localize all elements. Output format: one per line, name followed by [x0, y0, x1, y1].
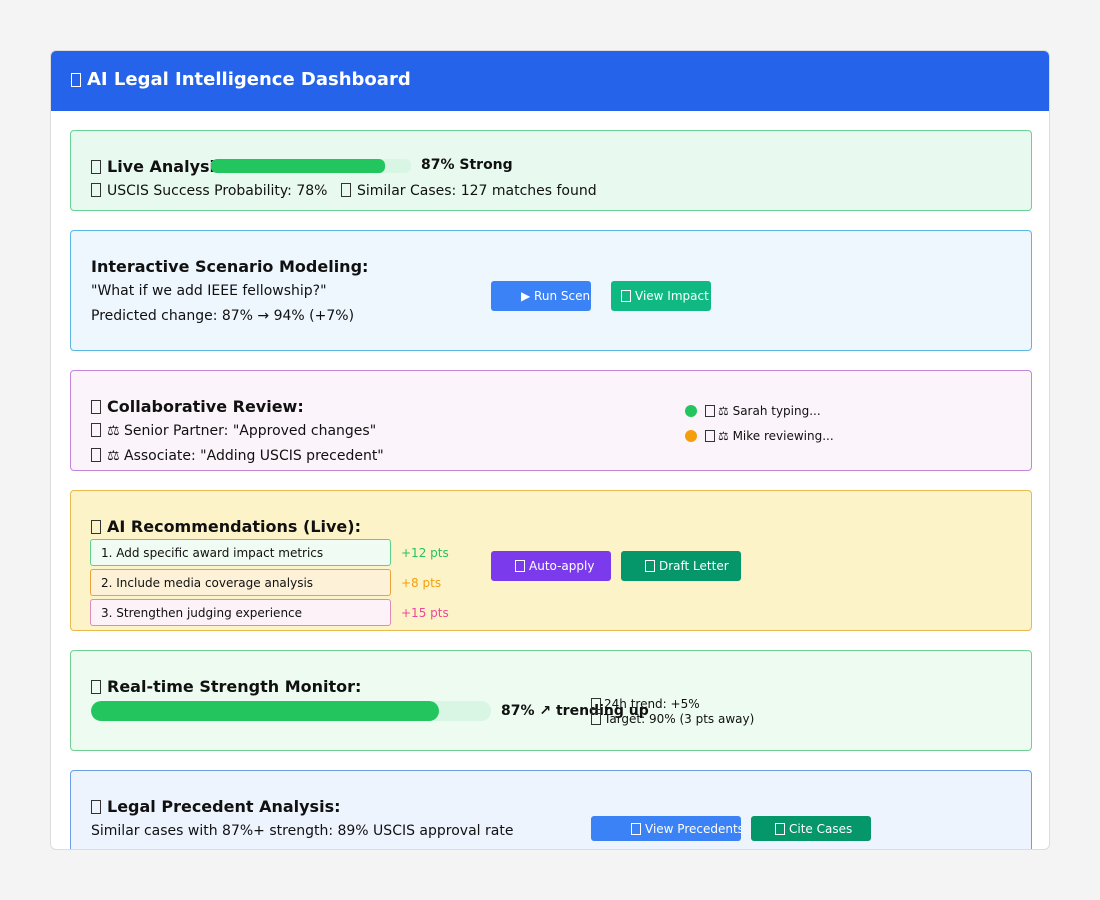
- people-icon: [91, 400, 101, 414]
- lightning-icon: [515, 560, 525, 572]
- books-icon: [91, 800, 101, 814]
- strength-monitor-panel: Real-time Strength Monitor: 87% ↗ trendi…: [70, 650, 1032, 751]
- scales-icon: [71, 73, 81, 87]
- chart-icon: [91, 680, 101, 694]
- presence-mike: ⚖ Mike reviewing...: [705, 429, 834, 443]
- person-icon: [705, 405, 715, 417]
- quote-icon: [775, 822, 785, 835]
- dashboard-window: AI Legal Intelligence Dashboard Live Ana…: [50, 50, 1050, 850]
- uscis-probability: USCIS Success Probability: 78%: [91, 183, 327, 199]
- live-analysis-panel: Live Analysis 87% Strong USCIS Success P…: [70, 130, 1032, 211]
- person-icon: [91, 423, 101, 437]
- online-status-dot: [685, 430, 697, 442]
- ai-heading: AI Recommendations (Live):: [91, 517, 361, 536]
- scenario-heading: Interactive Scenario Modeling:: [91, 257, 369, 276]
- recommendation-item[interactable]: 1. Add specific award impact metrics: [90, 539, 391, 566]
- target-info: Target: 90% (3 pts away): [591, 712, 754, 726]
- search-icon: [341, 183, 351, 197]
- live-strength-fill: [211, 159, 385, 173]
- recommendation-item[interactable]: 2. Include media coverage analysis: [90, 569, 391, 596]
- recommendation-points: +12 pts: [401, 546, 449, 560]
- view-precedents-button[interactable]: View Precedents: [591, 816, 741, 841]
- robot-icon: [91, 520, 101, 534]
- collab-comment: ⚖ Senior Partner: "Approved changes": [91, 423, 376, 439]
- presence-sarah: ⚖ Sarah typing...: [705, 404, 821, 418]
- run-scenario-button[interactable]: ▶ Run Scenario: [491, 281, 591, 311]
- recommendation-item[interactable]: 3. Strengthen judging experience: [90, 599, 391, 626]
- collab-heading: Collaborative Review:: [91, 397, 304, 416]
- chart-icon: [621, 290, 631, 302]
- chart-icon: [91, 183, 101, 197]
- page-title: AI Legal Intelligence Dashboard: [71, 69, 411, 90]
- scenario-question: "What if we add IEEE fellowship?": [91, 283, 327, 299]
- document-icon: [645, 560, 655, 572]
- monitor-strength-bar: [91, 701, 491, 721]
- scenario-modeling-panel: Interactive Scenario Modeling: "What if …: [70, 230, 1032, 351]
- target-icon: [591, 713, 601, 725]
- live-strength-label: 87% Strong: [421, 157, 513, 173]
- person-icon: [91, 448, 101, 462]
- precedent-heading: Legal Precedent Analysis:: [91, 797, 340, 816]
- live-analysis-heading: Live Analysis: [91, 157, 225, 176]
- recommendation-points: +15 pts: [401, 606, 449, 620]
- document-icon: [631, 822, 641, 835]
- monitor-strength-fill: [91, 701, 439, 721]
- legal-precedent-panel: Legal Precedent Analysis: Similar cases …: [70, 770, 1032, 849]
- trend-24h: 24h trend: +5%: [591, 697, 700, 711]
- precedent-text: Similar cases with 87%+ strength: 89% US…: [91, 823, 514, 839]
- collab-comment: ⚖ Associate: "Adding USCIS precedent": [91, 448, 384, 464]
- live-strength-bar: [211, 159, 411, 173]
- cite-cases-button[interactable]: Cite Cases: [751, 816, 871, 841]
- recommendation-points: +8 pts: [401, 576, 442, 590]
- view-impact-button[interactable]: View Impact: [611, 281, 711, 311]
- auto-apply-button[interactable]: Auto-apply: [491, 551, 611, 581]
- chart-icon: [91, 160, 101, 174]
- collaborative-review-panel: Collaborative Review: ⚖ Senior Partner: …: [70, 370, 1032, 471]
- similar-cases: Similar Cases: 127 matches found: [341, 183, 597, 199]
- online-status-dot: [685, 405, 697, 417]
- trend-icon: [591, 698, 601, 710]
- draft-letter-button[interactable]: Draft Letter: [621, 551, 741, 581]
- dashboard-header: AI Legal Intelligence Dashboard: [51, 51, 1049, 111]
- person-icon: [705, 430, 715, 442]
- monitor-heading: Real-time Strength Monitor:: [91, 677, 361, 696]
- predicted-change: Predicted change: 87% → 94% (+7%): [91, 308, 355, 324]
- ai-recommendations-panel: AI Recommendations (Live): 1. Add specif…: [70, 490, 1032, 631]
